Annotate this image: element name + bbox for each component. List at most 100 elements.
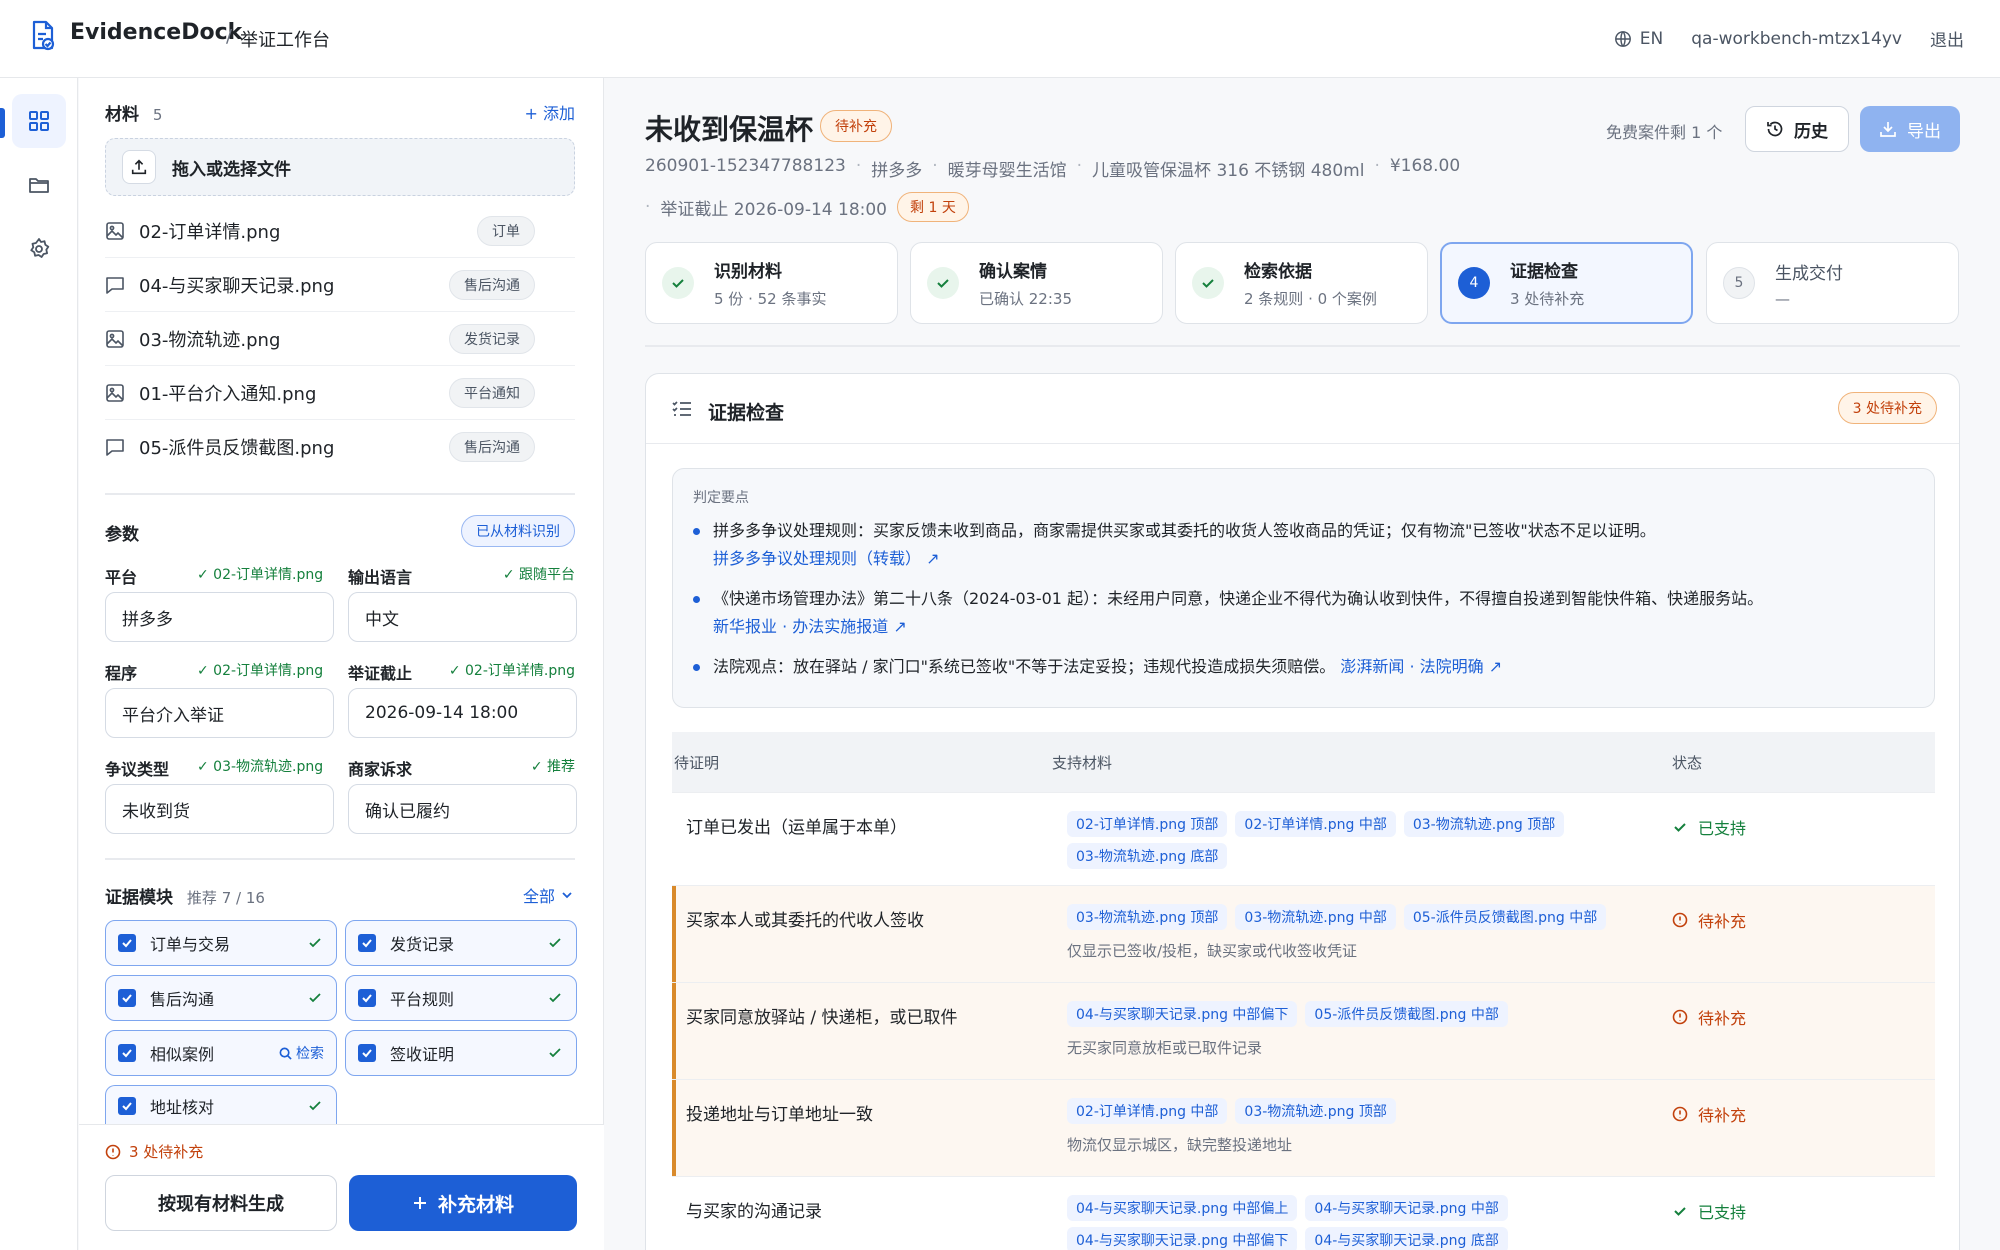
check-icon — [1674, 1207, 1686, 1216]
brand-name[interactable]: EvidenceDock — [70, 20, 242, 45]
material-chip[interactable]: 02-订单详情.png 中部 — [1067, 1098, 1228, 1124]
modules-filter-dropdown[interactable]: 全部 — [523, 883, 573, 907]
material-chip[interactable]: 04-与买家聊天记录.png 中部偏下 — [1067, 1001, 1298, 1027]
file-tag: 发货记录 — [449, 323, 535, 354]
file-item[interactable]: 01-平台介入通知.png 平台通知 — [105, 366, 575, 420]
history-button[interactable]: 历史 — [1745, 106, 1849, 152]
step-confirm[interactable]: 确认案情 已确认 22:35 — [910, 242, 1163, 324]
checkbox-checked-icon — [358, 934, 376, 952]
gear-icon — [30, 238, 50, 258]
module-label: 地址核对 — [150, 1097, 215, 1117]
module-checkbox[interactable]: 订单与交易 — [105, 920, 337, 966]
point-source-link[interactable]: 拼多多争议处理规则（转载） ↗ — [713, 549, 940, 568]
chevron-down-icon — [562, 892, 572, 899]
table-row[interactable]: 买家本人或其委托的代收人签收 03-物流轨迹.png 顶部 03-物流轨迹.png… — [672, 885, 1935, 982]
logout-link[interactable]: 退出 — [1930, 26, 1964, 51]
module-checkbox[interactable]: 售后沟通 — [105, 975, 337, 1021]
plus-icon — [413, 1197, 426, 1209]
step-title: 证据检查 — [1510, 262, 1578, 282]
modules-count: 推荐 7 / 16 — [186, 889, 265, 907]
module-checkbox[interactable]: 签收证明 — [345, 1030, 577, 1076]
step-identify[interactable]: 识别材料 5 份 · 52 条事实 — [645, 242, 898, 324]
claim-text: 订单已发出（运单属于本单） — [686, 818, 907, 838]
material-chip[interactable]: 03-物流轨迹.png 底部 — [1067, 843, 1228, 869]
add-material-button[interactable]: + 添加 — [525, 100, 576, 124]
module-checkbox[interactable]: 平台规则 — [345, 975, 577, 1021]
file-dropzone[interactable]: 拖入或选择文件 — [105, 138, 575, 196]
folder-icon — [29, 178, 49, 193]
material-chip[interactable]: 05-派件员反馈截图.png 中部 — [1403, 904, 1607, 930]
dispute-type-input[interactable]: 未收到货 — [105, 784, 334, 834]
platform-name: 拼多多 — [871, 161, 923, 181]
status-pending: 待补充 — [1672, 1102, 1746, 1126]
material-chip[interactable]: 05-派件员反馈截图.png 中部 — [1305, 1001, 1508, 1027]
material-chip[interactable]: 03-物流轨迹.png 中部 — [1235, 904, 1396, 930]
module-checkbox[interactable]: 相似案例 检索 — [105, 1030, 337, 1076]
table-row[interactable]: 买家同意放驿站 / 快递柜，或已取件 04-与买家聊天记录.png 中部偏下 05… — [672, 982, 1935, 1079]
point-source-link[interactable]: 澎湃新闻 · 法院明确 ↗ — [1340, 657, 1502, 676]
file-item[interactable]: 05-派件员反馈截图.png 售后沟通 — [105, 420, 575, 474]
file-tag: 售后沟通 — [449, 269, 535, 300]
support-materials: 04-与买家聊天记录.png 中部偏下 05-派件员反馈截图.png 中部 无买家… — [1067, 1001, 1667, 1058]
module-checkbox[interactable]: 发货记录 — [345, 920, 577, 966]
export-button[interactable]: 导出 — [1860, 106, 1960, 152]
check-icon — [309, 993, 321, 1003]
table-row[interactable]: 订单已发出（运单属于本单） 02-订单详情.png 顶部 02-订单详情.png … — [672, 792, 1935, 885]
material-chip[interactable]: 04-与买家聊天记录.png 底部 — [1305, 1227, 1508, 1250]
material-chip[interactable]: 04-与买家聊天记录.png 中部偏下 — [1067, 1227, 1298, 1250]
warning-circle-icon — [1672, 1106, 1688, 1122]
dropzone-label: 拖入或选择文件 — [172, 159, 291, 180]
checkbox-checked-icon — [358, 1044, 376, 1062]
output-language-input[interactable]: 中文 — [348, 592, 577, 642]
platform-input[interactable]: 拼多多 — [105, 592, 334, 642]
file-item[interactable]: 03-物流轨迹.png 发货记录 — [105, 312, 575, 366]
table-row[interactable]: 与买家的沟通记录 04-与买家聊天记录.png 中部偏上 04-与买家聊天记录.p… — [672, 1176, 1935, 1250]
step-retrieve[interactable]: 检索依据 2 条规则 · 0 个案例 — [1175, 242, 1428, 324]
step-evidence-check[interactable]: 4 证据检查 3 处待补充 — [1440, 242, 1693, 324]
file-name: 02-订单详情.png — [139, 221, 281, 243]
supplement-button[interactable]: 补充材料 — [349, 1175, 577, 1231]
material-chip[interactable]: 02-订单详情.png 中部 — [1235, 811, 1396, 837]
warning-circle-icon — [105, 1144, 121, 1159]
card-title: 证据检查 — [708, 402, 785, 424]
search-icon — [279, 1047, 292, 1060]
active-indicator — [0, 108, 5, 138]
procedure-input[interactable]: 平台介入举证 — [105, 688, 334, 738]
check-icon — [549, 938, 561, 948]
deadline-text: 举证截止 2026-09-14 18:00 — [660, 199, 888, 220]
step-deliver[interactable]: 5 生成交付 — — [1706, 242, 1959, 324]
check-icon — [309, 938, 321, 948]
judgment-points: 判定要点 拼多多争议处理规则：买家反馈未收到商品，商家需提供买家或其委托的收货人… — [672, 468, 1935, 708]
material-chip[interactable]: 04-与买家聊天记录.png 中部偏上 — [1067, 1195, 1298, 1221]
table-row[interactable]: 投递地址与订单地址一致 02-订单详情.png 中部 03-物流轨迹.png 顶部… — [672, 1079, 1935, 1176]
claim-text: 投递地址与订单地址一致 — [686, 1105, 873, 1125]
checkbox-checked-icon — [118, 934, 136, 952]
material-chip[interactable]: 03-物流轨迹.png 顶部 — [1235, 1098, 1396, 1124]
step-done-icon — [662, 267, 694, 299]
material-chip[interactable]: 04-与买家聊天记录.png 中部 — [1305, 1195, 1508, 1221]
point-item: 拼多多争议处理规则：买家反馈未收到商品，商家需提供买家或其委托的收货人签收商品的… — [693, 517, 1913, 573]
support-materials: 02-订单详情.png 中部 03-物流轨迹.png 顶部 物流仅显示城区，缺完整… — [1067, 1098, 1667, 1155]
point-source-link[interactable]: 新华报业 · 办法实施报道 ↗ — [713, 617, 907, 636]
status-pending: 待补充 — [1672, 908, 1746, 932]
file-item[interactable]: 02-订单详情.png 订单 — [105, 204, 575, 258]
merchant-claim-input[interactable]: 确认已履约 — [348, 784, 577, 834]
nav-cases[interactable] — [12, 158, 66, 212]
divider — [105, 858, 575, 860]
nav-workbench[interactable] — [12, 94, 66, 148]
status-supported: 已支持 — [1672, 815, 1746, 839]
generate-button[interactable]: 按现有材料生成 — [105, 1175, 337, 1231]
module-checkbox[interactable]: 地址核对 — [105, 1085, 337, 1125]
language-switch[interactable]: EN — [1614, 29, 1663, 49]
material-chip[interactable]: 03-物流轨迹.png 顶部 — [1067, 904, 1228, 930]
deadline-input[interactable]: 2026-09-14 18:00 — [348, 688, 577, 738]
search-cases-link[interactable]: 检索 — [279, 1043, 324, 1063]
material-chip[interactable]: 02-订单详情.png 顶部 — [1067, 811, 1228, 837]
material-chip[interactable]: 03-物流轨迹.png 顶部 — [1403, 811, 1565, 837]
column-header: 支持材料 — [1052, 754, 1113, 772]
file-item[interactable]: 04-与买家聊天记录.png 售后沟通 — [105, 258, 575, 312]
check-icon — [309, 1100, 321, 1110]
claim-text: 买家同意放驿站 / 快递柜，或已取件 — [686, 1008, 958, 1028]
step-title: 检索依据 — [1244, 262, 1312, 282]
nav-settings[interactable] — [12, 222, 66, 276]
